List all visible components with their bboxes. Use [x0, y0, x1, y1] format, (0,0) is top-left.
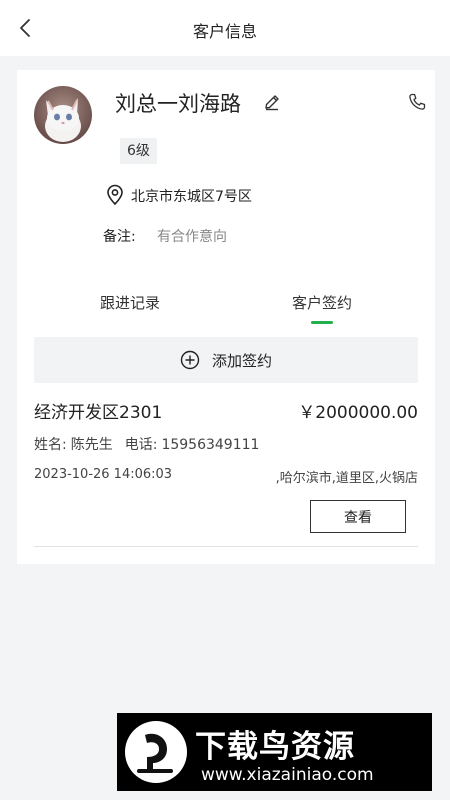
- signing-location: ,哈尔滨市,道里区,火锅店: [275, 471, 418, 486]
- avatar[interactable]: [34, 86, 92, 144]
- tab-customer-signing[interactable]: 客户签约: [252, 292, 392, 313]
- edit-pencil-icon[interactable]: [263, 93, 281, 111]
- contact-phone: 15956349111: [161, 437, 260, 453]
- top-nav-bar: 客户信息: [0, 0, 450, 56]
- customer-card: 刘总一刘海路 6级 北京市东城区7号区 备注: 有合作意向 跟进记录 客户签约 …: [17, 70, 435, 564]
- plus-circle-icon: [180, 350, 200, 370]
- divider: [34, 546, 418, 547]
- location-pin-icon: [107, 184, 123, 206]
- contact-name: 陈先生: [70, 437, 113, 453]
- watermark-url: www.xiazainiao.com: [201, 765, 374, 785]
- page-title: 客户信息: [192, 22, 257, 41]
- customer-address: 北京市东城区7号区: [131, 189, 252, 205]
- watermark-title: 下载鸟资源: [195, 729, 355, 765]
- contact-phone-label: 电话:: [124, 437, 158, 453]
- remark-value: 有合作意向: [157, 229, 227, 245]
- signing-project-name: 经济开发区2301: [34, 403, 163, 423]
- customer-name: 刘总一刘海路: [115, 92, 241, 116]
- tab-follow-up-records[interactable]: 跟进记录: [60, 292, 200, 313]
- add-signing-label: 添加签约: [211, 351, 272, 370]
- active-tab-indicator: [311, 321, 333, 324]
- contact-name-label: 姓名:: [34, 437, 67, 453]
- remark-label: 备注:: [103, 229, 136, 245]
- watermark-banner: 下载鸟资源 www.xiazainiao.com: [117, 713, 432, 791]
- cat-avatar-image: [34, 86, 92, 144]
- add-signing-button[interactable]: 添加签约: [34, 337, 418, 383]
- view-button[interactable]: 查看: [310, 500, 406, 533]
- level-badge: 6级: [120, 138, 157, 164]
- signing-timestamp: 2023-10-26 14:06:03: [34, 467, 173, 482]
- signing-amount: ￥2000000.00: [298, 403, 418, 423]
- bird-logo-icon: [125, 721, 187, 783]
- phone-icon[interactable]: [407, 92, 427, 112]
- signing-contact-line: 姓名: 陈先生 电话: 15956349111: [34, 434, 263, 454]
